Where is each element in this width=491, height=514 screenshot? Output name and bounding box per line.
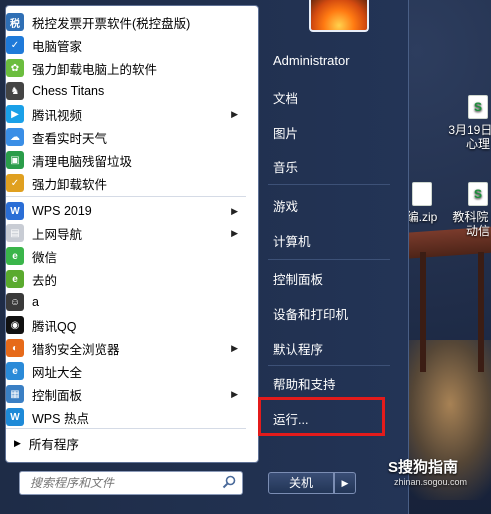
program-item[interactable]: e 网址大全: [6, 360, 246, 382]
program-item[interactable]: ☁ 查看实时天气: [6, 126, 246, 148]
watermark: S搜狗指南 zhinan.sogou.com: [388, 456, 467, 487]
search-input[interactable]: [28, 472, 222, 494]
right-pane-item[interactable]: 游戏: [273, 196, 298, 216]
background-post: [478, 252, 484, 372]
person-icon: ☺: [6, 293, 24, 311]
all-programs-label: 所有程序: [28, 438, 79, 452]
desktop-icon-label: 教科院 异动信: [452, 210, 491, 238]
program-label: 网址大全: [32, 365, 83, 380]
program-label: 查看实时天气: [32, 131, 108, 146]
program-label: 去的: [32, 273, 58, 288]
program-item[interactable]: ▦ 控制面板 ▶: [6, 383, 246, 405]
desktop-icon-label: 3月19日 用心理: [448, 123, 491, 151]
program-item[interactable]: ✿ 强力卸载电脑上的软件: [6, 57, 246, 79]
program-label: 税控发票开票软件(税控盘版): [32, 16, 191, 31]
triangle-right-icon: ▶: [14, 438, 21, 448]
cleanup-icon: ▣: [6, 151, 24, 169]
separator: [268, 184, 390, 185]
cheetah-icon: ◐: [6, 339, 24, 357]
weather-icon: ☁: [6, 128, 24, 146]
right-pane-item[interactable]: 帮助和支持: [273, 374, 336, 394]
zip-file-icon: [412, 182, 432, 206]
program-label: 腾讯QQ: [32, 319, 77, 334]
submenu-arrow-icon: ▶: [231, 205, 238, 216]
all-programs-button[interactable]: ▶ 所有程序: [14, 434, 79, 453]
start-menu: 税税控发票开票软件(税控盘版) ✓ 电脑管家 ✿ 强力卸载电脑上的软件 ♞ Chess Ti…: [0, 0, 409, 514]
shutdown-options-button[interactable]: ▶: [334, 472, 356, 494]
separator: [6, 196, 246, 197]
program-item[interactable]: e 去的: [6, 268, 246, 290]
program-item[interactable]: ◐ 猎豹安全浏览器 ▶: [6, 337, 246, 359]
watermark-text: S搜狗指南: [388, 459, 459, 476]
spreadsheet-file-icon: S: [468, 182, 488, 206]
program-item[interactable]: W WPS 热点: [6, 406, 246, 428]
wps-icon: W: [6, 202, 24, 220]
program-item[interactable]: ☺ a: [6, 291, 246, 313]
right-pane-item[interactable]: 图片: [273, 123, 298, 143]
wps-hotspot-icon: W: [6, 408, 24, 426]
right-pane-item[interactable]: 音乐: [273, 157, 298, 177]
ie-icon: e: [6, 362, 24, 380]
separator: [268, 259, 390, 260]
browser-e-icon: e: [6, 270, 24, 288]
program-label: a: [32, 295, 39, 309]
shield-icon: ✓: [6, 36, 24, 54]
program-item[interactable]: ✓ 电脑管家: [6, 34, 246, 56]
program-item[interactable]: W WPS 2019 ▶: [6, 200, 246, 222]
program-item[interactable]: ♞ Chess Titans: [6, 80, 246, 102]
program-label: 腾讯视频: [32, 108, 83, 123]
video-icon: ▶: [6, 105, 24, 123]
submenu-arrow-icon: ▶: [231, 342, 238, 353]
program-label: WPS 2019: [32, 204, 92, 218]
program-label: 微信: [32, 250, 58, 265]
background-post: [420, 252, 426, 372]
page-icon: ▤: [6, 224, 24, 242]
search-box[interactable]: [19, 471, 243, 495]
program-item[interactable]: ▤ 上网导航 ▶: [6, 222, 246, 244]
program-label: 强力卸载电脑上的软件: [32, 62, 158, 77]
program-label: 清理电脑残留垃圾: [32, 154, 133, 169]
program-label: 强力卸载软件: [32, 177, 108, 192]
control-panel-icon: ▦: [6, 385, 24, 403]
submenu-arrow-icon: ▶: [231, 108, 238, 119]
program-item[interactable]: ◉ 腾讯QQ: [6, 314, 246, 336]
separator: [268, 365, 390, 366]
program-label: 控制面板: [32, 388, 83, 403]
shutdown-button[interactable]: 关机: [268, 472, 334, 494]
right-pane-item[interactable]: 文档: [273, 88, 298, 108]
program-item[interactable]: ✓ 强力卸载软件: [6, 172, 246, 194]
user-name-link[interactable]: Administrator: [273, 53, 350, 73]
wechat-icon: e: [6, 247, 24, 265]
chess-icon: ♞: [6, 82, 24, 100]
program-label: WPS 热点: [32, 411, 89, 426]
qq-icon: ◉: [6, 316, 24, 334]
right-pane-item[interactable]: 控制面板: [273, 269, 323, 289]
highlight-box: [258, 397, 385, 436]
uninstall-tool-icon: ✓: [6, 174, 24, 192]
program-item[interactable]: 税税控发票开票软件(税控盘版): [6, 11, 246, 33]
right-pane-item[interactable]: 默认程序: [273, 339, 323, 359]
tax-app-icon: 税: [6, 13, 24, 31]
search-icon[interactable]: [222, 475, 236, 489]
program-item[interactable]: ▣ 清理电脑残留垃圾: [6, 149, 246, 171]
right-pane-item[interactable]: 设备和打印机: [273, 304, 348, 324]
program-item[interactable]: e 微信: [6, 245, 246, 267]
user-avatar[interactable]: [309, 0, 369, 32]
watermark-url: zhinan.sogou.com: [394, 477, 468, 487]
submenu-arrow-icon: ▶: [231, 227, 238, 238]
separator: [6, 428, 246, 429]
program-label: 上网导航: [32, 227, 83, 242]
desktop-icon[interactable]: S 3月19日 用心理: [448, 95, 491, 151]
program-item[interactable]: ▶ 腾讯视频 ▶: [6, 103, 246, 125]
right-pane-item[interactable]: 计算机: [273, 231, 311, 251]
spreadsheet-file-icon: S: [468, 95, 488, 119]
submenu-arrow-icon: ▶: [231, 388, 238, 399]
program-label: 电脑管家: [32, 39, 83, 54]
uninstall-icon: ✿: [6, 59, 24, 77]
desktop-icon[interactable]: S 教科院 异动信: [448, 182, 491, 238]
program-label: 猎豹安全浏览器: [32, 342, 120, 357]
program-label: Chess Titans: [32, 84, 105, 98]
